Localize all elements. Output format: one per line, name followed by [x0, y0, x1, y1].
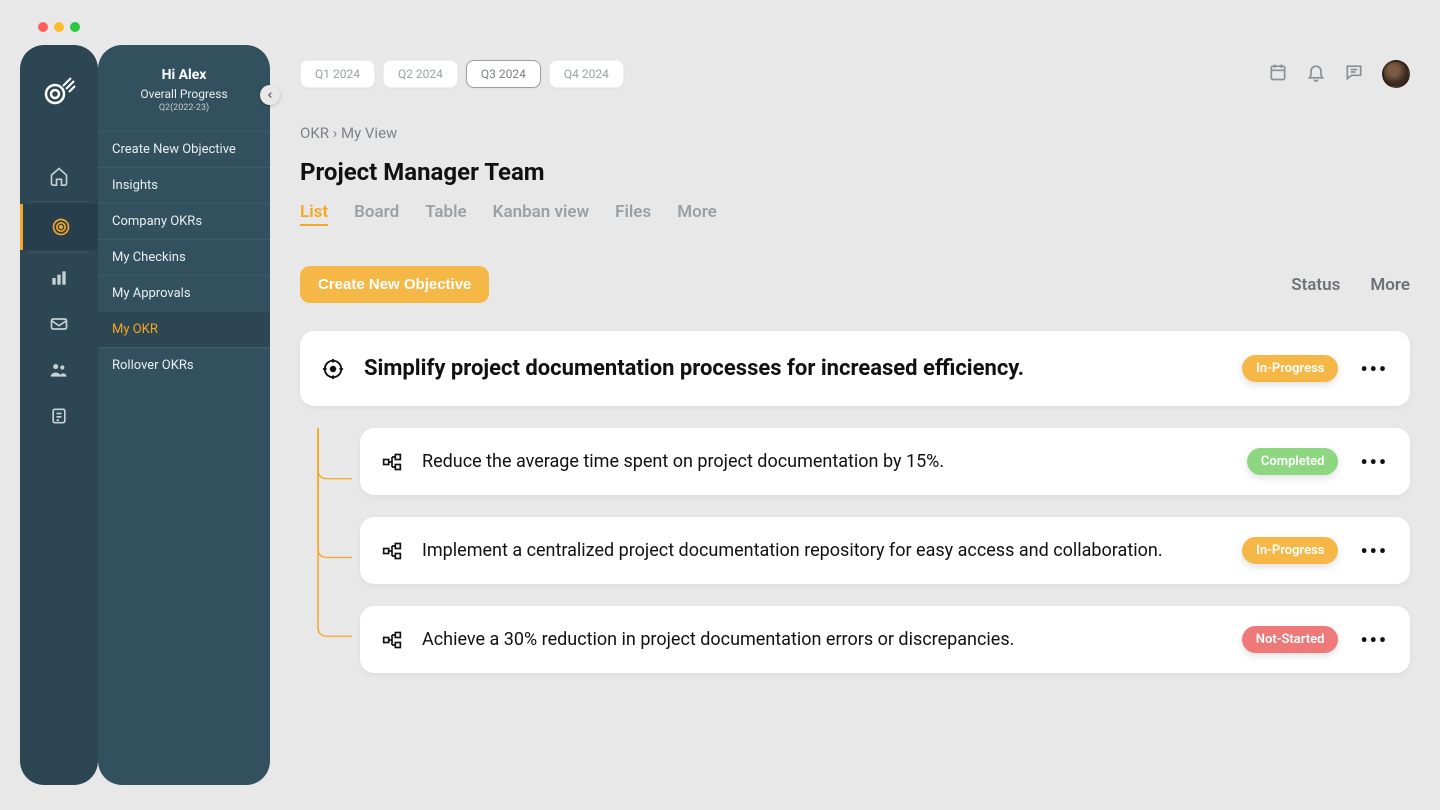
more-filter[interactable]: More — [1370, 275, 1410, 295]
greeting: Hi Alex — [110, 67, 258, 83]
status-badge: Not-Started — [1242, 626, 1339, 653]
progress-label: Overall Progress — [110, 87, 258, 101]
sidebar: Hi Alex Overall Progress Q2(2022-23) Cre… — [98, 45, 270, 785]
icon-rail — [20, 45, 98, 785]
close-dot-icon[interactable] — [38, 22, 48, 32]
target-icon — [322, 358, 344, 380]
hierarchy-icon — [382, 630, 402, 650]
page-title: Project Manager Team — [300, 158, 1410, 186]
window-controls — [38, 22, 80, 32]
objective-title: Simplify project documentation processes… — [364, 356, 1242, 381]
tab-list[interactable]: List — [300, 202, 328, 226]
top-right-actions — [1268, 60, 1410, 88]
rail-mail-icon[interactable] — [20, 301, 98, 347]
key-result-text: Implement a centralized project document… — [422, 540, 1242, 561]
bell-icon[interactable] — [1306, 62, 1326, 86]
tab-more[interactable]: More — [677, 202, 717, 226]
quarter-q2[interactable]: Q2 2024 — [383, 60, 458, 88]
quarter-q3[interactable]: Q3 2024 — [466, 60, 541, 88]
objective-card: Simplify project documentation processes… — [300, 331, 1410, 406]
rail-okr-icon[interactable] — [20, 204, 98, 250]
rail-home-icon[interactable] — [20, 153, 98, 199]
hierarchy-icon — [382, 452, 402, 472]
breadcrumb-sep: › — [333, 124, 338, 142]
tab-files[interactable]: Files — [615, 202, 651, 226]
breadcrumb-root[interactable]: OKR — [300, 124, 329, 142]
sidebar-item-my-okr[interactable]: My OKR — [98, 311, 270, 347]
sidebar-item-rollover-okrs[interactable]: Rollover OKRs — [98, 347, 270, 383]
maximize-dot-icon[interactable] — [70, 22, 80, 32]
status-badge: Completed — [1247, 448, 1339, 475]
rail-notes-icon[interactable] — [20, 393, 98, 439]
status-badge: In-Progress — [1242, 537, 1338, 564]
breadcrumb: OKR › My View — [300, 124, 1410, 142]
key-result-card: Achieve a 30% reduction in project docum… — [360, 606, 1410, 673]
tab-table[interactable]: Table — [425, 202, 467, 226]
sidebar-header: Hi Alex Overall Progress Q2(2022-23) — [98, 67, 270, 131]
kr-more-icon[interactable]: ••• — [1360, 450, 1388, 474]
key-result-card: Implement a centralized project document… — [360, 517, 1410, 584]
key-result-text: Reduce the average time spent on project… — [422, 451, 1247, 472]
rail-team-icon[interactable] — [20, 347, 98, 393]
quarter-q1[interactable]: Q1 2024 — [300, 60, 375, 88]
create-objective-button[interactable]: Create New Objective — [300, 266, 489, 303]
rail-analytics-icon[interactable] — [20, 255, 98, 301]
sidebar-item-my-approvals[interactable]: My Approvals — [98, 275, 270, 311]
sidebar-item-insights[interactable]: Insights — [98, 167, 270, 203]
connector-line-icon — [314, 428, 352, 673]
sidebar-collapse-button[interactable] — [260, 85, 280, 105]
kr-more-icon[interactable]: ••• — [1360, 628, 1388, 652]
key-result-text: Achieve a 30% reduction in project docum… — [422, 629, 1242, 650]
hierarchy-icon — [382, 541, 402, 561]
view-tabs: List Board Table Kanban view Files More — [300, 202, 1410, 226]
app-logo-icon[interactable] — [20, 67, 98, 113]
sidebar-item-create-objective[interactable]: Create New Objective — [98, 131, 270, 167]
divider — [29, 252, 89, 253]
tab-board[interactable]: Board — [354, 202, 399, 226]
sidebar-item-company-okrs[interactable]: Company OKRs — [98, 203, 270, 239]
status-filter[interactable]: Status — [1291, 275, 1340, 295]
quarter-q4[interactable]: Q4 2024 — [549, 60, 624, 88]
kr-more-icon[interactable]: ••• — [1360, 539, 1388, 563]
status-badge: In-Progress — [1242, 355, 1338, 382]
quarter-selector: Q1 2024 Q2 2024 Q3 2024 Q4 2024 — [300, 60, 1410, 88]
calendar-icon[interactable] — [1268, 62, 1288, 86]
chat-icon[interactable] — [1344, 62, 1364, 86]
divider — [29, 201, 89, 202]
sidebar-item-my-checkins[interactable]: My Checkins — [98, 239, 270, 275]
tab-kanban[interactable]: Kanban view — [493, 202, 589, 226]
minimize-dot-icon[interactable] — [54, 22, 64, 32]
breadcrumb-leaf[interactable]: My View — [341, 124, 397, 142]
objective-more-icon[interactable]: ••• — [1360, 357, 1388, 381]
period-label: Q2(2022-23) — [110, 103, 258, 113]
key-result-card: Reduce the average time spent on project… — [360, 428, 1410, 495]
user-avatar[interactable] — [1382, 60, 1410, 88]
